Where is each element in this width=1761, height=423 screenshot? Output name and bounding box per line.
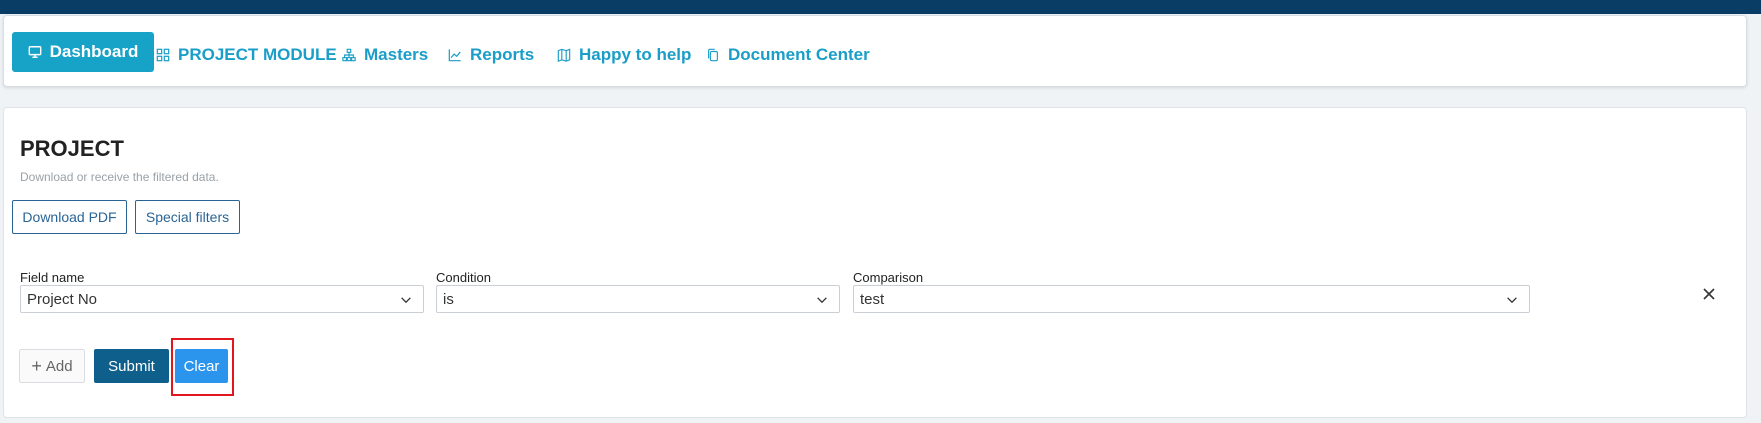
condition-value: is <box>443 290 454 308</box>
monitor-icon <box>28 45 42 59</box>
page-subtitle: Download or receive the filtered data. <box>20 170 219 184</box>
condition-select[interactable]: is <box>436 285 840 313</box>
field-name-select[interactable]: Project No <box>20 285 424 313</box>
nav-dashboard[interactable]: Dashboard <box>12 32 154 72</box>
nav-project-module[interactable]: PROJECT MODULE <box>156 36 337 74</box>
nav-happy-to-help[interactable]: Happy to help <box>557 36 691 74</box>
page-title: PROJECT <box>20 136 124 161</box>
download-pdf-button[interactable]: Download PDF <box>12 200 127 234</box>
chevron-down-icon <box>1507 297 1517 304</box>
field-name-value: Project No <box>27 290 98 308</box>
nav-masters[interactable]: Masters <box>342 36 428 74</box>
top-bar <box>0 0 1761 14</box>
nav-happy-to-help-label: Happy to help <box>579 45 692 64</box>
nav-reports[interactable]: Reports <box>448 36 534 74</box>
nav-document-center[interactable]: Document Center <box>706 36 870 74</box>
comparison-label: Comparison <box>853 270 924 285</box>
grid-icon <box>156 48 170 62</box>
field-name-label: Field name <box>20 270 85 285</box>
comparison-value: test <box>860 290 885 308</box>
nav-dashboard-label: Dashboard <box>49 42 139 61</box>
main-nav: Dashboard PROJECT MODULE Masters Reports… <box>3 15 1747 87</box>
plus-icon: + <box>31 356 42 376</box>
chart-line-icon <box>448 48 462 62</box>
copy-icon <box>706 48 720 62</box>
condition-label: Condition <box>436 270 491 285</box>
nav-masters-label: Masters <box>364 45 429 64</box>
chevron-down-icon <box>817 297 827 304</box>
map-icon <box>557 48 571 62</box>
chevron-down-icon <box>401 297 411 304</box>
add-button[interactable]: + Add <box>19 349 85 383</box>
nav-project-module-label: PROJECT MODULE <box>178 45 337 64</box>
nav-reports-label: Reports <box>470 45 535 64</box>
nav-document-center-label: Document Center <box>728 45 870 64</box>
project-filter-card: PROJECT Download or receive the filtered… <box>3 107 1747 418</box>
sitemap-icon <box>342 48 356 62</box>
remove-filter-close-icon[interactable] <box>1699 284 1719 304</box>
special-filters-button[interactable]: Special filters <box>135 200 240 234</box>
clear-button-highlight <box>171 338 234 396</box>
submit-button[interactable]: Submit <box>94 349 169 383</box>
comparison-select[interactable]: test <box>853 285 1530 313</box>
add-label: Add <box>45 357 73 375</box>
